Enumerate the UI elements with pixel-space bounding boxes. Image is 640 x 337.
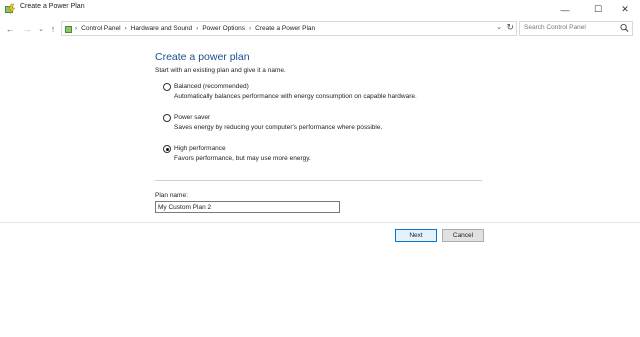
breadcrumb: › Control Panel › Hardware and Sound › P… (62, 22, 318, 35)
main-content: Create a power plan Start with an existi… (0, 39, 640, 222)
button-bar: Next Cancel (0, 222, 640, 337)
option-label[interactable]: Power saver (174, 114, 210, 121)
page-subtitle: Start with an existing plan and give it … (155, 67, 286, 74)
arrow-right-icon: → (22, 24, 32, 34)
close-button[interactable]: ✕ (610, 0, 640, 19)
breadcrumb-power-options[interactable]: Power Options (199, 25, 248, 32)
maximize-button[interactable]: ☐ (583, 0, 613, 19)
address-bar[interactable]: › Control Panel › Hardware and Sound › P… (61, 21, 517, 36)
next-button[interactable]: Next (395, 229, 437, 242)
cancel-button[interactable]: Cancel (442, 229, 484, 242)
chevron-down-icon: ⌄ (38, 26, 44, 33)
plan-name-input[interactable] (155, 201, 340, 213)
recent-locations-button[interactable]: ⌄ (35, 22, 47, 36)
radio-balanced[interactable] (163, 83, 171, 91)
radio-high-performance[interactable] (163, 145, 171, 153)
arrow-left-icon: ← (5, 24, 15, 34)
window-title: Create a Power Plan (20, 3, 85, 10)
maximize-icon: ☐ (593, 4, 603, 14)
option-description: Saves energy by reducing your computer's… (174, 124, 383, 131)
option-description: Favors performance, but may use more ene… (174, 155, 311, 162)
search-placeholder: Search Control Panel (524, 24, 586, 31)
power-plan-icon (5, 3, 16, 15)
breadcrumb-control-panel[interactable]: Control Panel (78, 25, 123, 32)
minimize-button[interactable]: — (550, 0, 580, 19)
option-label[interactable]: Balanced (recommended) (174, 83, 249, 90)
plan-name-label: Plan name: (155, 192, 188, 199)
breadcrumb-create-power-plan[interactable]: Create a Power Plan (252, 25, 318, 32)
close-icon: ✕ (621, 4, 629, 14)
option-description: Automatically balances performance with … (174, 93, 417, 100)
page-title: Create a power plan (155, 51, 250, 63)
address-dropdown-icon[interactable]: ⌄ (496, 23, 502, 31)
arrow-up-icon: ↑ (50, 24, 56, 34)
refresh-icon[interactable]: ↻ (506, 22, 514, 33)
divider (155, 180, 482, 181)
title-bar: Create a Power Plan — ☐ ✕ (0, 0, 640, 19)
minimize-icon: — (560, 4, 570, 15)
forward-button[interactable]: → (21, 22, 33, 36)
search-box[interactable]: Search Control Panel (519, 21, 633, 36)
option-label[interactable]: High performance (174, 145, 226, 152)
radio-power-saver[interactable] (163, 114, 171, 122)
back-button[interactable]: ← (4, 22, 16, 36)
up-button[interactable]: ↑ (47, 22, 59, 36)
breadcrumb-hardware-and-sound[interactable]: Hardware and Sound (128, 25, 195, 32)
control-panel-icon (65, 25, 72, 33)
search-icon[interactable] (620, 23, 629, 33)
navigation-bar: ← → ⌄ ↑ › Control Panel › Hardware and S… (0, 19, 640, 39)
